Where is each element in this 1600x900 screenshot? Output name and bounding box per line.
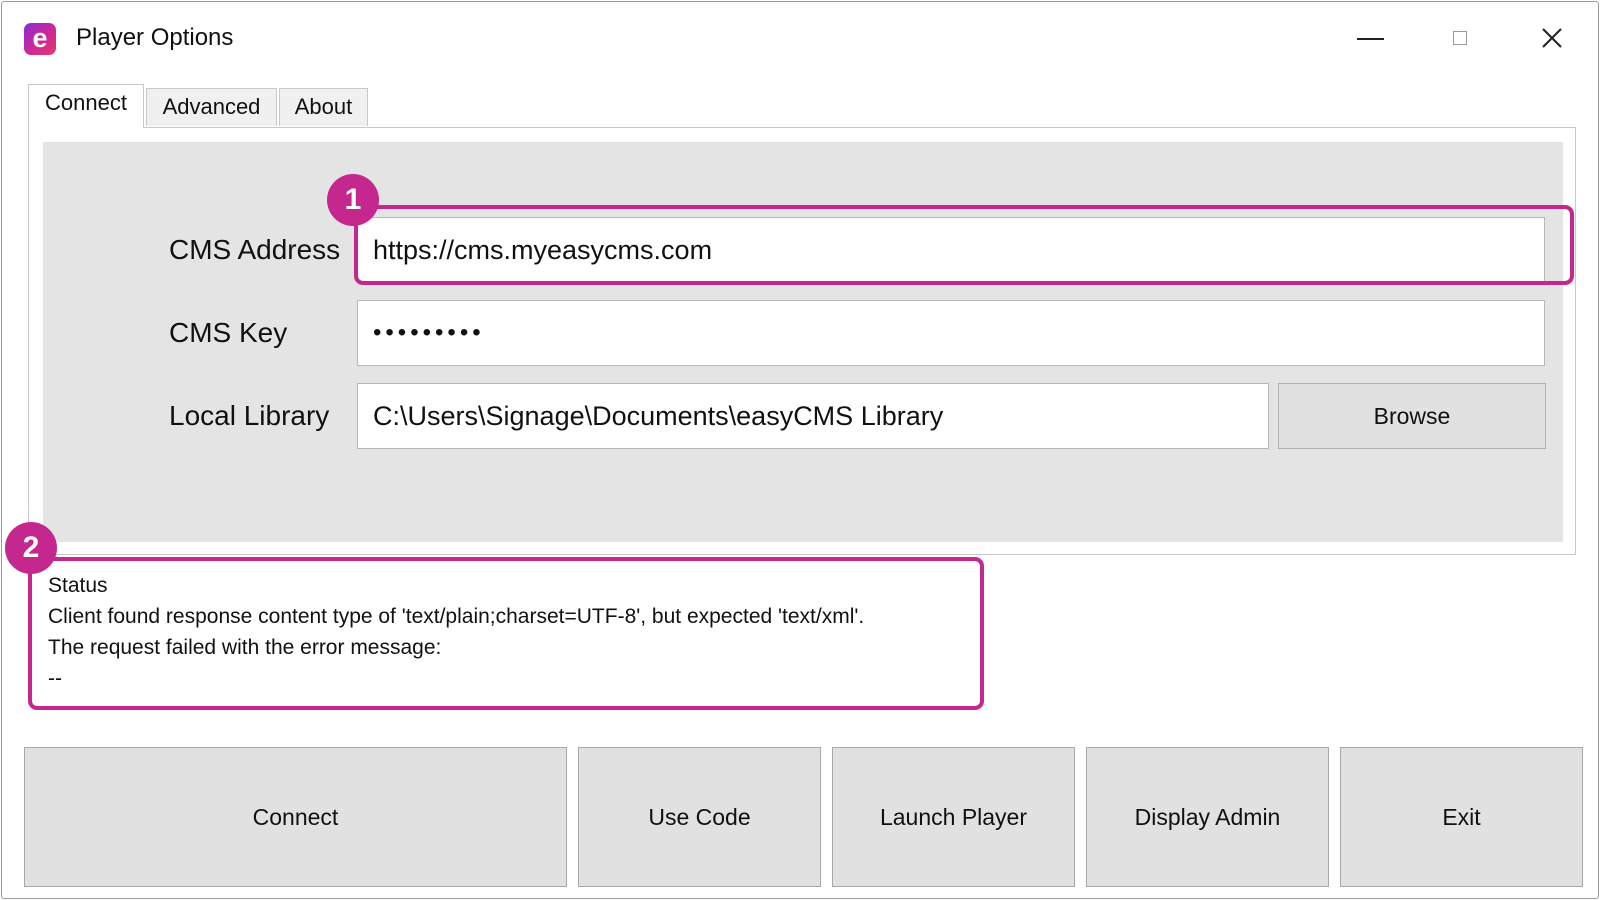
display-admin-button[interactable]: Display Admin — [1086, 747, 1329, 887]
use-code-button[interactable]: Use Code — [578, 747, 821, 887]
tab-connect[interactable]: Connect — [28, 84, 144, 128]
close-icon — [1542, 28, 1562, 48]
callout-highlight-cms-address — [354, 205, 1574, 285]
maximize-icon — [1453, 31, 1467, 45]
callout-badge-2: 2 — [5, 522, 57, 574]
minimize-icon — [1356, 38, 1384, 40]
connection-form: CMS Address https://cms.myeasycms.com CM… — [43, 142, 1563, 542]
callout-highlight-status — [28, 557, 984, 710]
browse-button[interactable]: Browse — [1278, 383, 1546, 449]
exit-button[interactable]: Exit — [1340, 747, 1583, 887]
app-icon: e — [24, 23, 56, 55]
window-title: Player Options — [76, 24, 234, 51]
local-library-input[interactable]: C:\Users\Signage\Documents\easyCMS Libra… — [357, 383, 1269, 449]
cms-address-label: CMS Address — [169, 234, 341, 265]
title-bar[interactable]: e Player Options — [2, 2, 1598, 72]
player-options-window: e Player Options Connect Advanced About … — [1, 1, 1599, 899]
maximize-button[interactable] — [1437, 20, 1483, 56]
local-library-label: Local Library — [169, 400, 330, 431]
tab-about[interactable]: About — [279, 88, 368, 126]
cms-key-label: CMS Key — [169, 317, 288, 348]
cms-key-input[interactable]: ••••••••• — [357, 300, 1545, 366]
callout-badge-1: 1 — [327, 174, 379, 226]
launch-player-button[interactable]: Launch Player — [832, 747, 1075, 887]
connect-tab-panel: CMS Address https://cms.myeasycms.com CM… — [28, 127, 1576, 555]
connect-button[interactable]: Connect — [24, 747, 567, 887]
tab-advanced[interactable]: Advanced — [146, 88, 277, 126]
minimize-button[interactable] — [1347, 20, 1393, 56]
close-button[interactable] — [1529, 20, 1575, 56]
